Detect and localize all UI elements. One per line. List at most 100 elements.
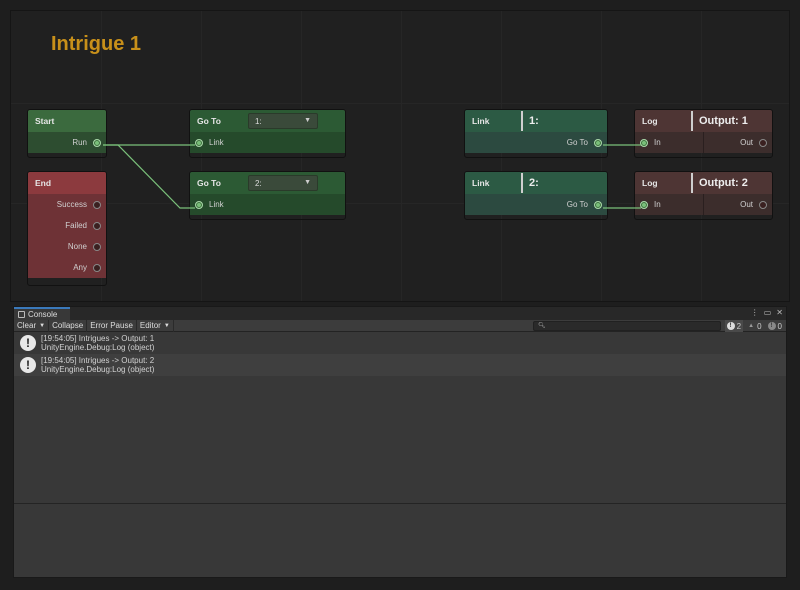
- log-1-message-field[interactable]: Output: 1: [691, 111, 772, 131]
- error-pause-toggle[interactable]: Error Pause: [87, 319, 137, 332]
- console-panel: Console ⋮ ▭ ✕ Clear ▼ Collapse Error Paus…: [13, 306, 787, 578]
- link-1-goto-port[interactable]: Go To: [465, 132, 607, 153]
- start-node[interactable]: Start Run: [27, 109, 107, 158]
- link-1-goto-port-dot[interactable]: [594, 138, 602, 147]
- goto-node-1-title: Go To: [197, 116, 221, 126]
- collapse-toggle[interactable]: Collapse: [49, 319, 88, 332]
- log-1-in-port[interactable]: In: [635, 132, 704, 153]
- log-2-in-port-dot[interactable]: [640, 200, 648, 209]
- goto-1-link-port-label: Link: [209, 138, 224, 147]
- close-icon[interactable]: ✕: [776, 308, 783, 317]
- log-entry-stacktrace: UnityEngine.Debug:Log (object): [41, 365, 155, 374]
- goto-2-link-port[interactable]: Link: [190, 194, 345, 215]
- link-node-2-header[interactable]: Link 2:: [465, 172, 607, 194]
- none-port[interactable]: None: [28, 236, 106, 257]
- log-2-message-field[interactable]: Output: 2: [691, 173, 772, 193]
- start-node-header[interactable]: Start: [28, 110, 106, 132]
- link-2-goto-port-label: Go To: [566, 200, 588, 209]
- tab-controls: ⋮ ▭ ✕: [751, 308, 783, 317]
- log-counts: ! 2 ▲ 0 ! 0: [724, 320, 784, 332]
- link-node-1[interactable]: Link 1: Go To: [464, 109, 608, 158]
- goto-2-dropdown-value: 2:: [255, 178, 262, 188]
- link-node-2[interactable]: Link 2: Go To: [464, 171, 608, 220]
- any-port-dot[interactable]: [93, 263, 101, 272]
- success-port[interactable]: Success: [28, 194, 106, 215]
- log-1-in-port-dot[interactable]: [640, 138, 648, 147]
- link-2-goto-port[interactable]: Go To: [465, 194, 607, 215]
- warning-icon: ▲: [748, 323, 755, 329]
- goto-2-link-port-dot[interactable]: [195, 200, 203, 209]
- chevron-down-icon: ▼: [304, 117, 311, 124]
- search-input[interactable]: 🔍︎: [533, 321, 721, 331]
- failed-port[interactable]: Failed: [28, 215, 106, 236]
- chevron-down-icon[interactable]: ▼: [39, 323, 45, 329]
- chevron-down-icon: ▼: [304, 179, 311, 186]
- error-count-toggle[interactable]: ! 0: [766, 320, 784, 332]
- error-pause-label: Error Pause: [90, 321, 133, 330]
- search-icon: 🔍︎: [538, 323, 546, 329]
- error-count: 0: [777, 321, 782, 331]
- log-node-2-header[interactable]: Log Output: 2: [635, 172, 772, 194]
- success-port-dot[interactable]: [93, 200, 101, 209]
- goto-2-link-port-label: Link: [209, 200, 224, 209]
- log-1-out-port[interactable]: Out: [704, 132, 772, 153]
- log-2-out-port-dot[interactable]: [759, 200, 767, 209]
- failed-port-dot[interactable]: [93, 221, 101, 230]
- info-count: 2: [736, 321, 742, 331]
- editor-dropdown[interactable]: Editor ▼: [137, 319, 174, 332]
- goto-1-link-port[interactable]: Link: [190, 132, 345, 153]
- any-port[interactable]: Any: [28, 257, 106, 278]
- log-2-in-port-label: In: [654, 200, 661, 209]
- goto-node-1[interactable]: Go To 1: ▼ Link: [189, 109, 346, 158]
- link-2-goto-port-dot[interactable]: [594, 200, 602, 209]
- log-node-2[interactable]: Log Output: 2 In Out: [634, 171, 773, 220]
- console-detail-splitter[interactable]: [14, 503, 786, 504]
- link-1-name-field[interactable]: 1:: [521, 111, 607, 131]
- goto-1-link-port-dot[interactable]: [195, 138, 203, 147]
- none-port-dot[interactable]: [93, 242, 101, 251]
- end-node[interactable]: End Success Failed None Any: [27, 171, 107, 286]
- more-options-icon[interactable]: ⋮: [751, 308, 759, 317]
- console-tab[interactable]: Console: [14, 307, 70, 320]
- chevron-down-icon: ▼: [163, 322, 170, 329]
- log-1-in-port-label: In: [654, 138, 661, 147]
- goto-node-2-header[interactable]: Go To 2: ▼: [190, 172, 345, 194]
- warning-count-toggle[interactable]: ▲ 0: [745, 320, 763, 332]
- error-icon: !: [767, 322, 776, 330]
- log-node-1[interactable]: Log Output: 1 In Out: [634, 109, 773, 158]
- collapse-label: Collapse: [52, 321, 84, 330]
- log-node-2-title: Log: [642, 178, 658, 188]
- info-icon: !: [20, 335, 36, 351]
- goto-2-link-dropdown[interactable]: 2: ▼: [248, 175, 318, 191]
- link-1-goto-port-label: Go To: [566, 138, 588, 147]
- log-2-out-port[interactable]: Out: [704, 194, 772, 215]
- link-node-2-title: Link: [472, 178, 490, 188]
- any-port-label: Any: [73, 263, 87, 272]
- link-2-name-field[interactable]: 2:: [521, 173, 607, 193]
- start-node-title: Start: [35, 116, 55, 126]
- clear-button[interactable]: Clear ▼: [14, 319, 50, 332]
- goto-node-1-header[interactable]: Go To 1: ▼: [190, 110, 345, 132]
- end-node-title: End: [35, 178, 52, 188]
- editor-window: Intrigue 1 Start Run End Success Failed …: [0, 0, 800, 590]
- info-count-toggle[interactable]: ! 2: [724, 320, 744, 332]
- goto-node-2[interactable]: Go To 2: ▼ Link: [189, 171, 346, 220]
- log-1-out-port-label: Out: [740, 138, 753, 147]
- log-2-in-port[interactable]: In: [635, 194, 704, 215]
- log-1-out-port-dot[interactable]: [759, 138, 767, 147]
- run-port-dot[interactable]: [93, 138, 101, 147]
- console-tab-label: Console: [28, 310, 58, 319]
- console-tab-icon: [18, 311, 25, 318]
- link-node-1-header[interactable]: Link 1:: [465, 110, 607, 132]
- editor-label: Editor: [139, 321, 161, 330]
- log-entry[interactable]: ! [19:54:05] Intrigues -> Output: 1 Unit…: [14, 332, 786, 354]
- log-node-1-header[interactable]: Log Output: 1: [635, 110, 772, 132]
- goto-1-dropdown-value: 1:: [255, 116, 262, 126]
- end-node-header[interactable]: End: [28, 172, 106, 194]
- run-port[interactable]: Run: [28, 132, 106, 153]
- link-node-1-title: Link: [472, 116, 490, 126]
- console-toolbar: Clear ▼ Collapse Error Pause Editor ▼ 🔍︎ !…: [14, 319, 786, 332]
- maximize-icon[interactable]: ▭: [764, 308, 772, 317]
- log-entry[interactable]: ! [19:54:05] Intrigues -> Output: 2 Unit…: [14, 354, 786, 376]
- goto-1-link-dropdown[interactable]: 1: ▼: [248, 113, 318, 129]
